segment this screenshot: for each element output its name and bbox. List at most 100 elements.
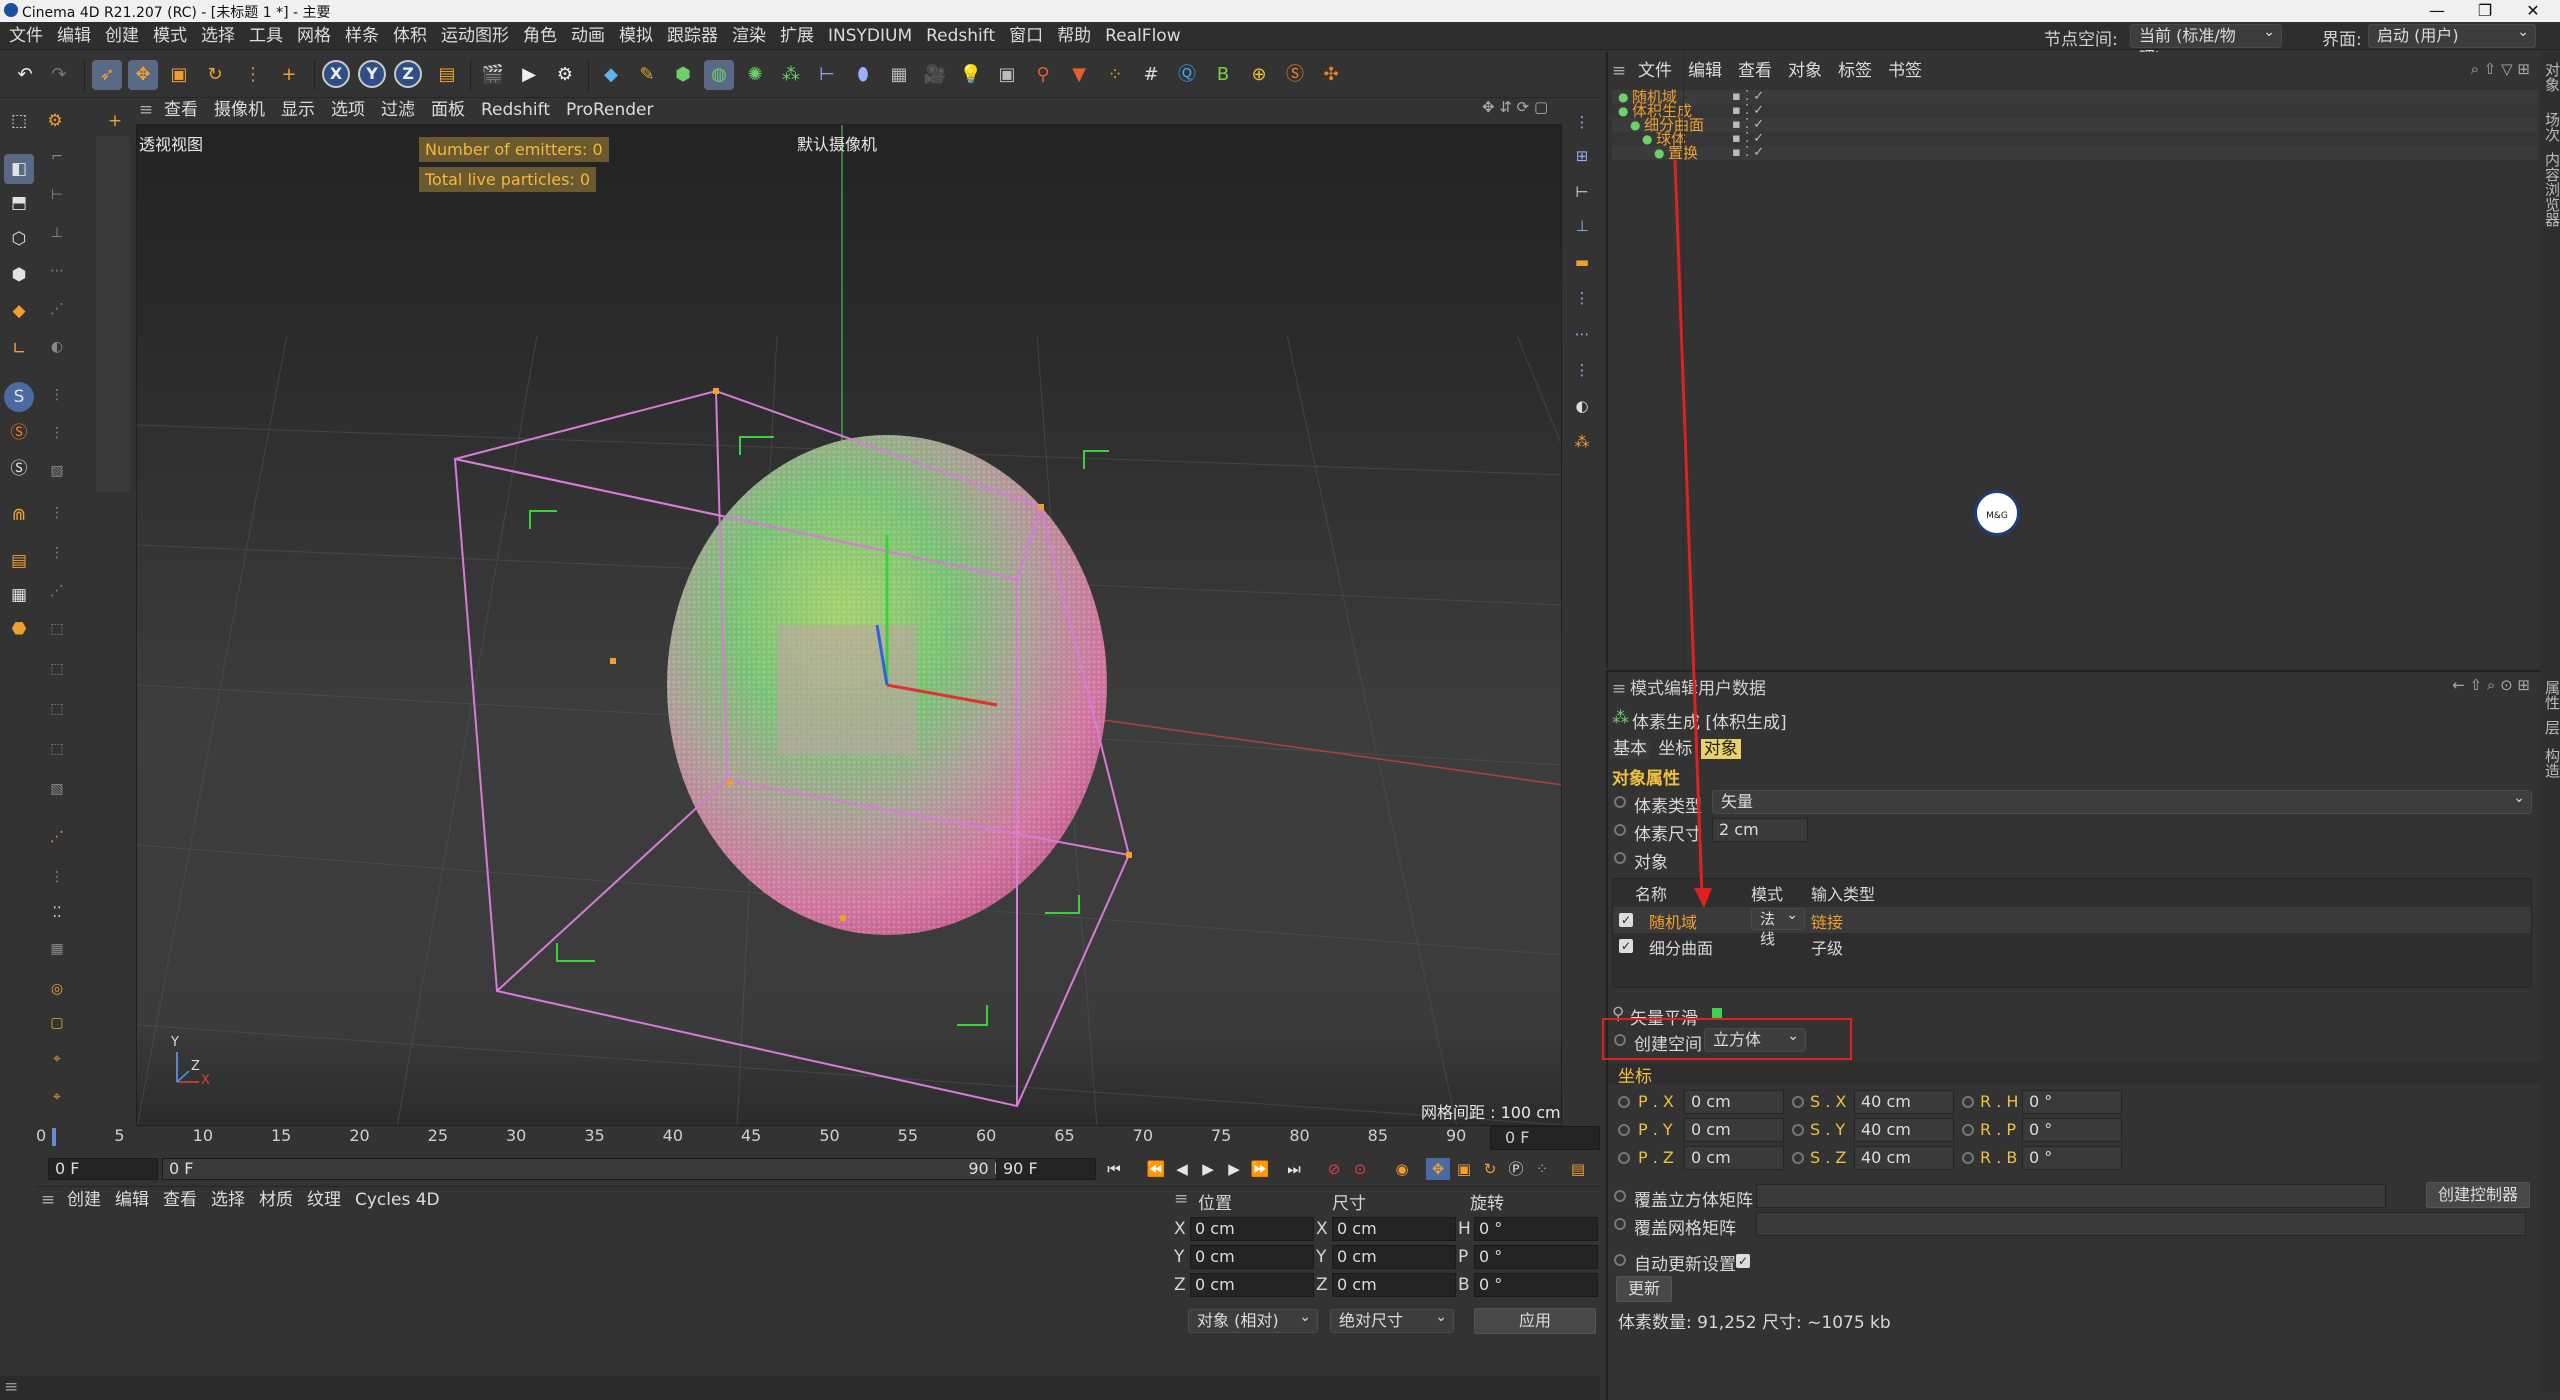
menu-item[interactable]: 角色 xyxy=(516,22,564,50)
viewport-menu-item[interactable]: 显示 xyxy=(273,98,323,122)
side-tool-10-icon[interactable]: ⁂ xyxy=(1568,428,1596,456)
menu-item[interactable]: 帮助 xyxy=(1050,22,1098,50)
viewport-menu-item[interactable]: 摄像机 xyxy=(206,98,273,122)
object-visibility-flags[interactable]: ▪ ⁚ ✓ xyxy=(1732,104,1764,118)
side-tool-5-icon[interactable]: ▬ xyxy=(1568,248,1596,276)
tab-basic[interactable]: 基本 xyxy=(1610,739,1650,759)
object-row[interactable]: ● 随机域 ▪ ⁚ ✓ xyxy=(1612,90,2538,105)
menu-item[interactable]: 网格 xyxy=(290,22,338,50)
plugin-arrows-icon[interactable]: ✣ xyxy=(1316,60,1346,90)
make-editable-icon[interactable]: ⬚ xyxy=(4,106,34,136)
sy-dot[interactable] xyxy=(1792,1124,1804,1136)
generator-icon[interactable]: ◍ xyxy=(704,60,734,90)
rh-input[interactable]: 0 ° xyxy=(2022,1090,2122,1114)
tool-u-icon[interactable]: ▦ xyxy=(44,936,70,962)
edge-tab-objects[interactable]: 对象 xyxy=(2542,62,2560,92)
menu-item[interactable]: Redshift xyxy=(919,22,1002,50)
attribute-nav-icons[interactable]: ← ⇧ ⌕ ⊙ ⊞ xyxy=(2452,676,2530,694)
override-grid-dot[interactable] xyxy=(1614,1218,1626,1230)
status-menu-icon[interactable]: ≡ xyxy=(4,1377,18,1397)
target-icon[interactable]: ⊕ xyxy=(1244,60,1274,90)
edge-tab-layers[interactable]: 层 xyxy=(2542,720,2560,735)
point-mode-icon[interactable]: ⬡ xyxy=(4,224,34,254)
menu-item[interactable]: 扩展 xyxy=(773,22,821,50)
override-cube-link[interactable] xyxy=(1756,1184,2386,1208)
floor-icon[interactable]: ▦ xyxy=(884,60,914,90)
attribute-menu-item[interactable]: 用户数据 xyxy=(1698,679,1766,699)
scale-icon[interactable]: ▣ xyxy=(164,60,194,90)
play-icon[interactable]: ▶ xyxy=(1196,1158,1220,1180)
object-menu-item[interactable]: 书签 xyxy=(1880,58,1930,84)
tab-object[interactable]: 对象 xyxy=(1700,739,1741,759)
rh-dot[interactable] xyxy=(1962,1096,1974,1108)
start-frame-field[interactable]: 0 F xyxy=(48,1158,158,1180)
add-object-icon[interactable]: + xyxy=(274,60,304,90)
camera-icon[interactable]: 🎥 xyxy=(920,60,950,90)
row-enable-checkbox[interactable]: ✓ xyxy=(1619,939,1633,953)
edge-tab-takes[interactable]: 场次 xyxy=(2542,112,2560,142)
list-row[interactable]: ✓ 随机域 法线 链接 xyxy=(1613,905,2531,948)
menu-item[interactable]: 编辑 xyxy=(50,22,98,50)
menu-item[interactable]: 模式 xyxy=(146,22,194,50)
menu-item[interactable]: 选择 xyxy=(194,22,242,50)
tool-y-icon[interactable]: ⌖ xyxy=(44,1084,70,1110)
key-move-icon[interactable]: ✥ xyxy=(1426,1158,1450,1180)
attribute-menu-item[interactable]: 模式 xyxy=(1630,679,1664,699)
side-tool-4-icon[interactable]: ⊥ xyxy=(1568,212,1596,240)
perspective-viewport[interactable]: 透视视图 默认摄像机 Number of emitters: 0 Total l… xyxy=(136,124,1562,1126)
hamburger-icon[interactable]: ≡ xyxy=(136,100,156,120)
side-tool-2-icon[interactable]: ⊞ xyxy=(1568,142,1596,170)
apply-button[interactable]: 应用 xyxy=(1474,1308,1596,1334)
autokey-icon[interactable]: ⊙ xyxy=(1348,1158,1372,1180)
menu-item[interactable]: 创建 xyxy=(98,22,146,50)
material-menu-item[interactable]: 材质 xyxy=(252,1187,300,1213)
move-icon[interactable]: ✥ xyxy=(128,60,158,90)
px-dot[interactable] xyxy=(1618,1096,1630,1108)
menu-item[interactable]: 模拟 xyxy=(612,22,660,50)
lock-y-axis-button[interactable]: Y xyxy=(358,60,386,88)
minimize-button[interactable]: — xyxy=(2414,0,2460,22)
axis-mode-icon[interactable]: ∟ xyxy=(4,334,34,364)
close-button[interactable]: ✕ xyxy=(2510,0,2556,22)
sz-input[interactable]: 40 cm xyxy=(1854,1146,1954,1170)
coord-section-header[interactable]: 坐标 xyxy=(1608,1062,2540,1087)
size-z-input[interactable]: 0 cm xyxy=(1332,1273,1456,1297)
pz-input[interactable]: 0 cm xyxy=(1684,1146,1784,1170)
render-settings-icon[interactable]: ⚙ xyxy=(550,60,580,90)
goto-start-icon[interactable]: ⏮ xyxy=(1102,1158,1126,1180)
size-mode-select[interactable]: 绝对尺寸 xyxy=(1330,1306,1454,1333)
object-mode-icon[interactable]: ⬒ xyxy=(4,188,34,218)
menu-item[interactable]: RealFlow xyxy=(1098,22,1187,50)
material-menu-icon[interactable]: ≡ xyxy=(36,1190,60,1210)
next-frame-icon[interactable]: ▶ xyxy=(1222,1158,1246,1180)
side-tool-7-icon[interactable]: ⋯ xyxy=(1568,320,1596,348)
tool-a-icon[interactable]: ⌐ xyxy=(44,144,70,170)
paint-bucket-icon[interactable]: ▼ xyxy=(1064,60,1094,90)
viewport-nav-icons[interactable]: ✥ ⇵ ⟳ ▢ xyxy=(1482,98,1548,116)
texture-mode-icon[interactable]: ⚙ xyxy=(40,106,70,136)
current-frame-field[interactable]: 0 F xyxy=(1490,1126,1600,1150)
voxel-size-input[interactable]: 2 cm xyxy=(1712,818,1808,842)
sx-dot[interactable] xyxy=(1792,1096,1804,1108)
edge-mode-icon[interactable]: ⬢ xyxy=(4,260,34,290)
camera-name[interactable]: 默认摄像机 xyxy=(797,131,877,155)
tool-i-icon[interactable]: ▧ xyxy=(44,458,70,484)
menu-item[interactable]: 工具 xyxy=(242,22,290,50)
snap-s-white-icon[interactable]: Ⓢ xyxy=(4,454,34,484)
redshift-render-icon[interactable]: ▣ xyxy=(992,60,1022,90)
size-y-input[interactable]: 0 cm xyxy=(1332,1245,1456,1269)
magnet-icon[interactable]: ⋒ xyxy=(4,500,34,530)
object-menu-item[interactable]: 对象 xyxy=(1780,58,1830,84)
recent-tools-icon[interactable]: ⋮ xyxy=(238,60,268,90)
material-menu-item[interactable]: Cycles 4D xyxy=(348,1187,447,1213)
tool-d-icon[interactable]: ⋯ xyxy=(44,258,70,284)
side-tool-3-icon[interactable]: ⊢ xyxy=(1568,178,1596,206)
rp-dot[interactable] xyxy=(1962,1124,1974,1136)
list-row[interactable]: ✓ 细分曲面 子级 xyxy=(1613,933,2531,959)
pos-y-input[interactable]: 0 cm xyxy=(1190,1245,1314,1269)
row-enable-checkbox[interactable]: ✓ xyxy=(1619,913,1633,927)
rot-h-input[interactable]: 0 ° xyxy=(1474,1217,1598,1241)
grid-layer-icon[interactable]: ▦ xyxy=(4,580,34,610)
coord-mode-select[interactable]: 对象 (相对) xyxy=(1188,1306,1318,1333)
rb-dot[interactable] xyxy=(1962,1152,1974,1164)
